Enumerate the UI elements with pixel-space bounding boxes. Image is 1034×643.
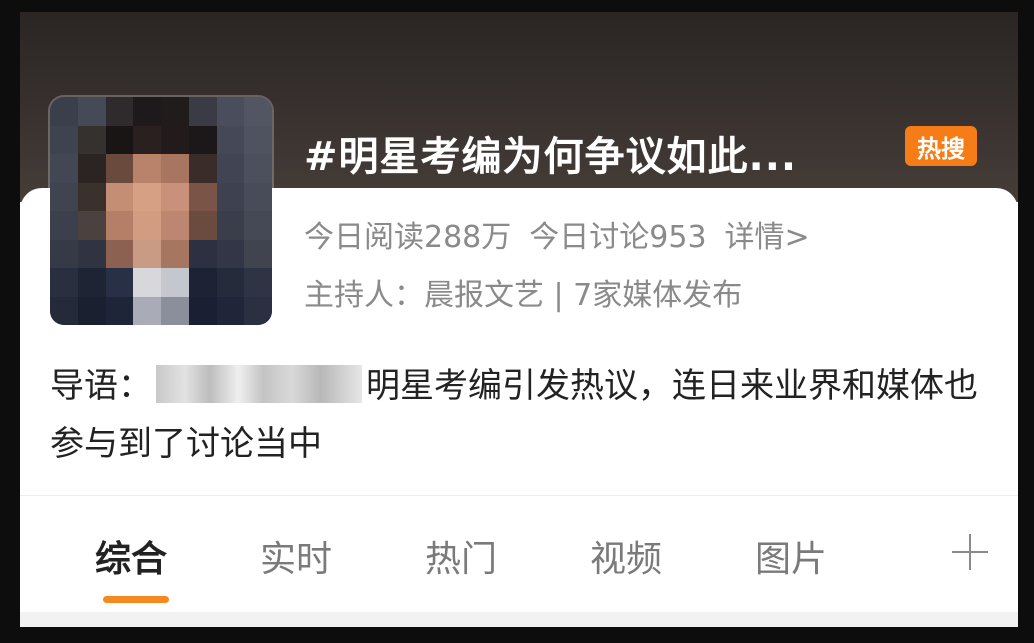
tab-bar: 综合 实时 热门 视频 图片 — [20, 512, 1018, 612]
divider — [20, 495, 1018, 496]
host-info[interactable]: 主持人：晨报文艺 | 7家媒体发布 — [304, 270, 742, 314]
tab-hot[interactable]: 热门 — [425, 530, 497, 582]
intro-text: 导语： 明星考编引发热议，连日来业界和媒体也参与到了讨论当中 — [50, 357, 990, 473]
topic-stats: 今日阅读288万 今日讨论953 详情> — [304, 212, 828, 256]
read-count: 今日阅读288万 — [304, 220, 512, 255]
blurred-name — [156, 365, 362, 403]
intro-label: 导语： — [50, 366, 152, 406]
topic-page: #明星考编为何争议如此... 热搜 今日阅读288万 今日讨论953 详情> 主持人… — [20, 12, 1018, 627]
plus-icon[interactable] — [950, 532, 990, 572]
topic-title: #明星考编为何争议如此... — [304, 134, 798, 180]
active-tab-indicator — [103, 596, 169, 603]
hot-badge: 热搜 — [905, 126, 977, 166]
details-link[interactable]: 详情> — [725, 220, 810, 255]
avatar[interactable] — [50, 97, 272, 325]
discussion-count: 今日讨论953 — [529, 220, 707, 255]
bottom-separator — [20, 612, 1018, 627]
tab-comprehensive[interactable]: 综合 — [95, 530, 167, 582]
tab-images[interactable]: 图片 — [755, 530, 827, 582]
tab-realtime[interactable]: 实时 — [260, 530, 332, 582]
tab-video[interactable]: 视频 — [590, 530, 662, 582]
